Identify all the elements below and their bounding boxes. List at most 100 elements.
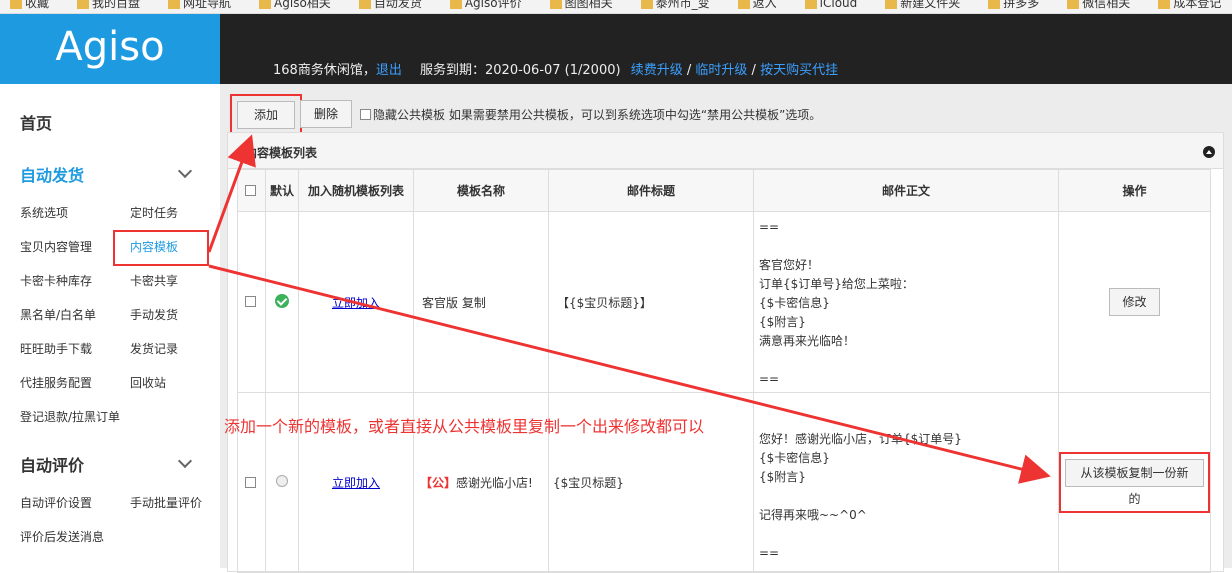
folder-icon [168, 0, 181, 9]
default-check-icon [275, 293, 289, 308]
sidebar-item-card-share[interactable]: 卡密共享 [130, 272, 178, 289]
hide-public-checkbox[interactable] [360, 109, 371, 120]
folder-icon [77, 0, 90, 9]
chevron-down-icon[interactable] [177, 163, 193, 179]
bookmark-item[interactable]: iCloud [804, 0, 857, 10]
bookmark-label: 图图相关 [564, 0, 613, 10]
mail-body: == 客官您好！ 订单{$订单号}给您上菜啦： {$卡密信息} {$附言} 满意… [753, 211, 1059, 393]
logout-link[interactable]: 退出 [376, 63, 402, 78]
sidebar-section-auto-ship[interactable]: 自动发货 [20, 162, 84, 186]
renew-upgrade-link[interactable]: 续费升级 [631, 63, 683, 78]
bookmark-item[interactable]: 图图相关 [549, 0, 613, 11]
bookmark-item[interactable]: 收藏 [10, 0, 49, 11]
annotation-text: 添加一个新的模板，或者直接从公共模板里复制一个出来修改都可以 [224, 417, 705, 436]
column-header: 模板名称 [413, 169, 549, 212]
add-button[interactable]: 添加 [237, 101, 295, 129]
sidebar-section-auto-review[interactable]: 自动评价 [20, 452, 84, 476]
public-template-hint: 如果需要禁用公共模板，可以到系统选项中勾选“禁用公共模板”选项。 [448, 108, 822, 122]
bookmark-label: 我的百盘 [92, 0, 141, 10]
top-header: 168商务休闲馆，退出 服务到期：2020-06-07 (1/2000) 续费升… [220, 14, 1232, 84]
sidebar-item-system-options[interactable]: 系统选项 [20, 204, 68, 221]
bookmark-item[interactable]: 成本登记 [1158, 0, 1221, 11]
bookmark-item[interactable]: 我的百盘 [77, 0, 140, 11]
folder-icon [1158, 0, 1171, 9]
temp-upgrade-link[interactable]: 临时升级 [695, 63, 747, 78]
sidebar-item-refund-block[interactable]: 登记退款/拉黑订单 [20, 408, 120, 425]
bookmark-item[interactable]: 拼多多 [988, 0, 1039, 11]
bookmark-item[interactable]: 返入 [737, 0, 777, 11]
folder-icon [640, 0, 653, 9]
bookmark-label: Agiso相关 [274, 0, 331, 10]
join-random-link[interactable]: 立即加入 [332, 476, 380, 490]
bookmark-label: 新建文件夹 [900, 0, 961, 10]
sidebar-item-scheduled-tasks[interactable]: 定时任务 [130, 204, 178, 221]
edit-button[interactable]: 修改 [1109, 288, 1160, 316]
bookmark-item[interactable]: 新建文件夹 [885, 0, 960, 11]
column-header: 加入随机模板列表 [298, 169, 414, 212]
bookmark-item[interactable]: 泰州市_变 [640, 0, 710, 11]
sidebar-item-card-stock[interactable]: 卡密卡种库存 [20, 272, 92, 289]
daily-buy-link[interactable]: 按天购买代挂 [760, 63, 838, 78]
bookmark-item[interactable]: Agiso相关 [259, 0, 331, 11]
chevron-down-icon[interactable] [177, 453, 193, 469]
folder-icon [358, 0, 371, 9]
folder-icon [449, 0, 462, 9]
account-info: 168商务休闲馆，退出 服务到期：2020-06-07 (1/2000) 续费升… [273, 63, 839, 78]
sidebar-home[interactable]: 首页 [20, 110, 52, 134]
row-checkbox[interactable] [245, 296, 256, 307]
template-name: 感谢光临小店! [456, 476, 533, 490]
bookmark-label: 拼多多 [1003, 0, 1040, 10]
bookmark-label: 泰州市_变 [655, 0, 710, 10]
template-name: 客官版 复制 [413, 211, 549, 393]
service-expiry: 服务到期：2020-06-07 (1/2000) [420, 63, 621, 78]
sidebar: 首页 自动发货 系统选项 定时任务 宝贝内容管理 内容模板 卡密卡种库存 卡密共… [0, 84, 220, 568]
row-checkbox[interactable] [245, 476, 256, 488]
template-table: 默认 加入随机模板列表 模板名称 邮件标题 邮件正文 操作 立即加入 客官版 复… [237, 169, 1211, 573]
copy-template-button[interactable]: 从该模板复制一份新的 [1065, 459, 1204, 506]
column-header: 默认 [265, 169, 299, 212]
app-logo[interactable]: Agiso [0, 14, 220, 84]
separator: / [686, 63, 692, 78]
bookmark-item[interactable]: 网址导航 [168, 0, 231, 11]
sidebar-item-wangwang-download[interactable]: 旺旺助手下载 [20, 340, 92, 357]
sidebar-item-blacklist[interactable]: 黑名单/白名单 [20, 306, 96, 323]
sidebar-item-batch-review[interactable]: 手动批量评价 [130, 494, 202, 511]
bookmark-label: 返入 [752, 0, 777, 10]
select-all-cell [237, 169, 266, 212]
template-list-panel: 内容模板列表 默认 加入随机模板列表 模板名称 邮件标题 邮件正文 操作 立即加… [227, 132, 1224, 573]
sidebar-item-recycle-bin[interactable]: 回收站 [130, 374, 166, 391]
folder-icon [1067, 0, 1080, 9]
hide-public-label[interactable]: 隐藏公共模板 [373, 108, 445, 122]
panel-header: 内容模板列表 [228, 133, 1223, 169]
delete-button[interactable]: 删除 [300, 100, 352, 128]
default-radio[interactable] [276, 475, 288, 487]
sidebar-item-review-settings[interactable]: 自动评价设置 [20, 494, 92, 511]
column-header: 邮件正文 [753, 169, 1059, 212]
main-content: 添加 删除 隐藏公共模板 如果需要禁用公共模板，可以到系统选项中勾选“禁用公共模… [220, 84, 1232, 573]
bookmark-item[interactable]: 自动发货 [358, 0, 422, 11]
sidebar-item-post-review-message[interactable]: 评价后发送消息 [20, 528, 104, 545]
bookmarks-bar: 收藏 我的百盘 网址导航 Agiso相关 自动发货 Agiso评价 图图相关 泰州市_变 返入 i… [0, 0, 1232, 14]
folder-icon [804, 0, 817, 9]
table-row: 立即加入 客官版 复制 【{$宝贝标题}】 == 客官您好！ 订单{$订单号}给… [237, 211, 1211, 393]
bookmark-label: 微信相关 [1082, 0, 1131, 10]
sidebar-item-item-content[interactable]: 宝贝内容管理 [20, 238, 92, 255]
sidebar-item-manual-ship[interactable]: 手动发货 [130, 306, 178, 323]
bookmark-item[interactable]: Agiso评价 [449, 0, 522, 11]
public-tag: 【公】 [420, 476, 457, 490]
folder-icon [988, 0, 1001, 9]
folder-icon [885, 0, 898, 9]
column-header: 邮件标题 [548, 169, 754, 212]
folder-icon [549, 0, 562, 9]
collapse-icon[interactable] [1203, 146, 1215, 158]
bookmark-label: 自动发货 [373, 0, 422, 10]
bookmark-item[interactable]: 微信相关 [1067, 0, 1130, 11]
sidebar-item-ship-records[interactable]: 发货记录 [130, 340, 178, 357]
shop-name: 168商务休闲馆 [273, 63, 363, 78]
content-template-highlight [113, 230, 209, 266]
sidebar-item-proxy-config[interactable]: 代挂服务配置 [20, 374, 92, 391]
add-button-highlight: 添加 [230, 94, 302, 136]
select-all-checkbox[interactable] [245, 184, 256, 196]
join-random-link[interactable]: 立即加入 [332, 296, 380, 310]
mail-subject: 【{$宝贝标题}】 [548, 211, 754, 393]
